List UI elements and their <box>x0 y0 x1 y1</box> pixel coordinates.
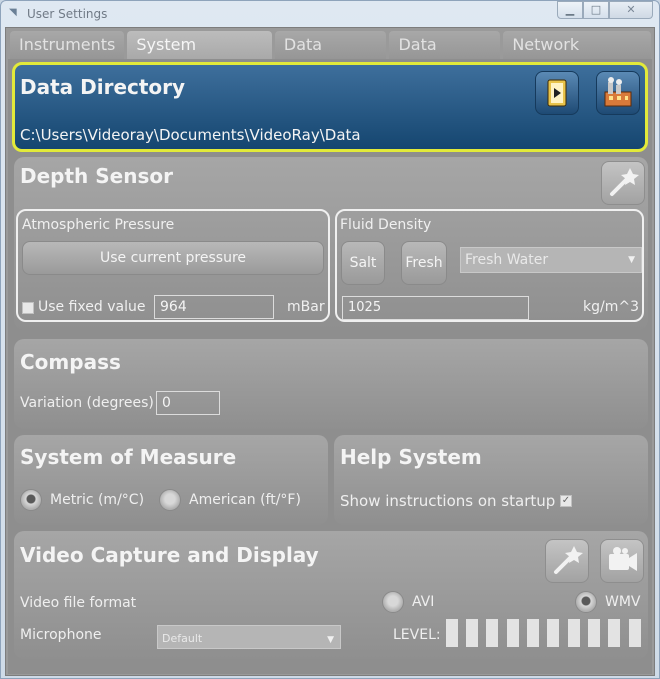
fluid-density-group: Fluid Density Salt Fresh Fresh Water ▼ 1… <box>335 209 644 322</box>
video-format-label: Video file format <box>20 595 137 611</box>
data-settings-button[interactable] <box>596 71 640 115</box>
level-bar <box>608 619 620 647</box>
close-button[interactable]: ✕ <box>609 1 653 19</box>
variation-label: Variation (degrees) <box>20 395 154 411</box>
folder-play-icon <box>547 79 567 107</box>
app-icon: ◥ <box>9 7 17 18</box>
chevron-down-icon: ▼ <box>628 255 635 265</box>
tab-instruments[interactable]: Instruments <box>10 31 125 59</box>
data-directory-title: Data Directory <box>20 75 186 99</box>
depth-sensor-panel: Depth Sensor Atmospheric Pressure Use cu… <box>14 157 648 330</box>
fluid-type-value: Fresh Water <box>465 252 549 268</box>
level-bar <box>588 619 600 647</box>
wand-icon <box>610 168 639 196</box>
tab-strip: Instruments System Settings Data Import … <box>10 31 654 82</box>
level-label: LEVEL: <box>393 627 441 643</box>
depth-sensor-title: Depth Sensor <box>20 164 173 188</box>
american-label: American (ft/°F) <box>189 492 301 508</box>
level-bar <box>547 619 559 647</box>
american-radio[interactable] <box>159 489 181 511</box>
level-bar <box>507 619 519 647</box>
avi-label: AVI <box>412 594 435 610</box>
depth-calibrate-button[interactable] <box>601 161 645 205</box>
pressure-unit: mBar <box>287 299 325 315</box>
metric-radio[interactable] <box>20 489 42 511</box>
use-current-pressure-button[interactable]: Use current pressure <box>22 241 324 275</box>
tab-network-remote[interactable]: Network Remote <box>503 31 651 82</box>
show-instructions-checkbox[interactable]: ✓ <box>560 495 572 507</box>
compass-panel: Compass Variation (degrees) 0 <box>14 339 648 429</box>
system-of-measure-panel: System of Measure Metric (m/°C) American… <box>14 435 328 525</box>
microphone-value: Default <box>162 632 203 645</box>
tab-system-settings[interactable]: System Settings <box>127 31 272 82</box>
video-camera-icon <box>609 547 637 571</box>
fixed-pressure-input[interactable]: 964 <box>154 295 274 319</box>
fluid-type-select[interactable]: Fresh Water ▼ <box>460 247 642 273</box>
video-capture-panel: Video Capture and Display Video file for… <box>14 531 648 659</box>
variation-input[interactable]: 0 <box>156 391 220 415</box>
fresh-button[interactable]: Fresh <box>401 241 447 285</box>
window-title: User Settings <box>27 7 108 21</box>
data-directory-panel: Data Directory C:\Users\Videoray\Documen… <box>12 62 648 152</box>
microphone-label: Microphone <box>20 627 102 643</box>
video-camera-button[interactable] <box>600 539 644 583</box>
user-settings-window: ◥ User Settings ▁ □ ✕ Instruments System… <box>0 0 660 679</box>
fluid-density-title: Fluid Density <box>340 217 432 233</box>
level-bar <box>527 619 539 647</box>
use-fixed-value-label: Use fixed value <box>38 299 146 315</box>
level-bar <box>486 619 498 647</box>
data-directory-path: C:\Users\Videoray\Documents\VideoRay\Dat… <box>20 126 361 144</box>
window-controls: ▁ □ ✕ <box>557 1 653 21</box>
help-system-title: Help System <box>340 445 482 469</box>
level-meter <box>446 619 646 649</box>
salt-button[interactable]: Salt <box>341 241 385 285</box>
level-bar <box>466 619 478 647</box>
avi-radio[interactable] <box>382 591 404 613</box>
microphone-select[interactable]: Default ▼ <box>157 625 341 649</box>
video-capture-title: Video Capture and Display <box>20 543 319 567</box>
minimize-button[interactable]: ▁ <box>557 1 583 19</box>
system-of-measure-title: System of Measure <box>20 445 237 469</box>
density-unit: kg/m^3 <box>583 299 639 315</box>
help-system-panel: Help System Show instructions on startup… <box>334 435 648 525</box>
fluid-density-input[interactable]: 1025 <box>342 296 529 320</box>
wmv-radio[interactable] <box>575 591 597 613</box>
tab-data-import[interactable]: Data Import <box>274 31 387 82</box>
level-bar <box>568 619 580 647</box>
wand-icon <box>554 546 583 574</box>
atmospheric-pressure-title: Atmospheric Pressure <box>22 217 175 233</box>
factory-icon <box>604 77 632 107</box>
video-settings-button[interactable] <box>545 539 589 583</box>
title-bar[interactable]: ◥ User Settings ▁ □ ✕ <box>1 1 659 27</box>
open-folder-button[interactable] <box>535 71 579 115</box>
level-bar <box>446 619 458 647</box>
show-instructions-label: Show instructions on startup <box>340 492 556 510</box>
wmv-label: WMV <box>605 594 641 610</box>
client-area: Instruments System Settings Data Import … <box>5 27 655 676</box>
chevron-down-icon: ▼ <box>327 635 334 645</box>
metric-label: Metric (m/°C) <box>50 492 145 508</box>
use-fixed-value-checkbox[interactable] <box>22 302 34 314</box>
system-settings-content: Data Directory C:\Users\Videoray\Documen… <box>8 59 652 674</box>
atmospheric-pressure-group: Atmospheric Pressure Use current pressur… <box>16 209 330 322</box>
compass-title: Compass <box>20 350 121 374</box>
maximize-button[interactable]: □ <box>583 1 609 19</box>
level-bar <box>629 619 641 647</box>
tab-data-export[interactable]: Data Export <box>389 31 501 82</box>
